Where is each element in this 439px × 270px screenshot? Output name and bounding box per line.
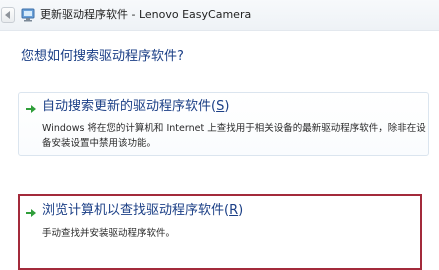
option-title: 自动搜索更新的驱动程序软件(S) xyxy=(42,99,230,114)
window-title: 更新驱动程序软件 - Lenovo EasyCamera xyxy=(40,8,252,21)
back-button[interactable] xyxy=(1,7,15,23)
option-description: 手动查找并安装驱动程序软件。 xyxy=(42,228,176,239)
page-heading: 您想如何搜索驱动程序软件? xyxy=(21,49,184,64)
green-arrow-icon xyxy=(26,105,36,113)
device-manager-icon xyxy=(21,8,35,22)
browse-computer-option[interactable]: 浏览计算机以查找驱动程序软件(R) 手动查找并安装驱动程序软件。 xyxy=(18,194,422,270)
option-title: 浏览计算机以查找驱动程序软件(R) xyxy=(42,203,244,218)
accelerator-key: R xyxy=(229,203,239,218)
title-bar: 更新驱动程序软件 - Lenovo EasyCamera xyxy=(0,0,439,31)
search-automatically-option[interactable]: 自动搜索更新的驱动程序软件(S) Windows 将在您的计算机和 Intern… xyxy=(18,92,429,156)
green-arrow-icon xyxy=(26,209,36,217)
option-description: Windows 将在您的计算机和 Internet 上查找用于相关设备的最新驱动… xyxy=(42,123,426,149)
